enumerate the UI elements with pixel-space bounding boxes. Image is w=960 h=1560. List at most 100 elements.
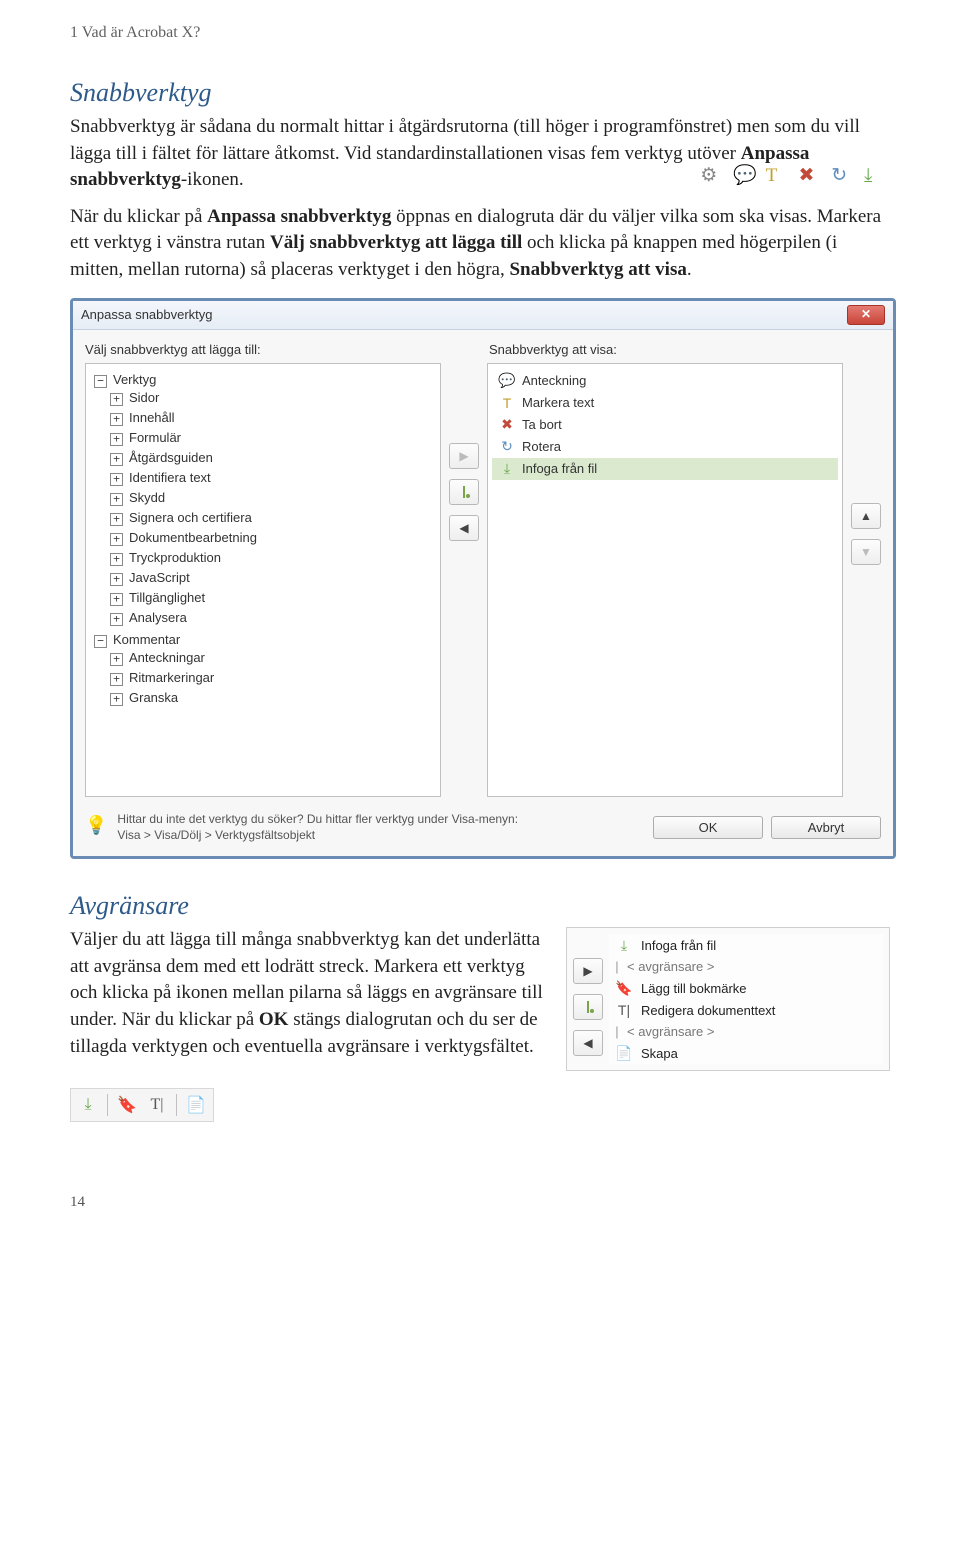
move-right-button[interactable]: ▶ <box>573 958 603 984</box>
tool-tree[interactable]: −Verktyg +Sidor +Innehåll +Formulär +Åtg… <box>85 363 441 797</box>
expand-icon[interactable]: + <box>110 673 123 686</box>
toolbar-icon-row: ⚙ 💬 T ✖ ↻ ⤓ <box>698 161 890 188</box>
tree-label: Innehåll <box>129 410 175 425</box>
section1-paragraph2: När du klickar på Anpassa snabbverktyg ö… <box>70 204 890 284</box>
list-item-label: Ta bort <box>522 417 562 432</box>
ok-button[interactable]: OK <box>653 816 763 839</box>
mini-list[interactable]: ⤓ Infoga från fil | < avgränsare > 🔖 Läg… <box>609 934 883 1064</box>
move-left-button[interactable]: ◀ <box>573 1030 603 1056</box>
section1-paragraph1: Snabbverktyg är sådana du normalt hittar… <box>70 114 890 194</box>
move-down-button[interactable]: ▼ <box>851 539 881 565</box>
tree-node[interactable]: −Verktyg +Sidor + Innehåll +Formulär + Åtg… <box>94 370 436 630</box>
tree-node[interactable]: +Sidor <box>110 388 436 408</box>
list-item-label: Anteckning <box>522 373 586 388</box>
list-item[interactable]: T| Redigera dokumenttext <box>609 999 883 1021</box>
move-right-button[interactable]: ▶ <box>449 443 479 469</box>
tree-node[interactable]: +Ritmarkeringar <box>110 668 436 688</box>
selected-tools-list[interactable]: 💬 Anteckning T Markera text ✖ Ta bort ↻ … <box>487 363 843 797</box>
tree-node[interactable]: + Innehåll <box>110 408 436 428</box>
left-pane-label: Välj snabbverktyg att lägga till: <box>85 342 477 357</box>
tree-node[interactable]: + Åtgärdsguiden <box>110 448 436 468</box>
tree-label: Granska <box>129 690 178 705</box>
expand-icon[interactable]: + <box>110 553 123 566</box>
list-item-label: Infoga från fil <box>522 461 597 476</box>
list-item-label: < avgränsare > <box>627 959 714 974</box>
collapse-icon[interactable]: − <box>94 635 107 648</box>
tree-label: Signera och certifiera <box>129 510 252 525</box>
list-item[interactable]: ⤓ Infoga från fil <box>492 458 838 480</box>
tree-node[interactable]: +Formulär <box>110 428 436 448</box>
list-item[interactable]: 🔖 Lägg till bokmärke <box>609 977 883 999</box>
page-number: 14 <box>70 1194 890 1211</box>
expand-icon[interactable]: + <box>110 493 123 506</box>
bold-anpassa-snabbverktyg-2: Anpassa snabbverktyg <box>207 206 391 227</box>
expand-icon[interactable]: + <box>110 413 123 426</box>
insert-icon: ⤓ <box>77 1094 99 1116</box>
list-item-separator[interactable]: | < avgränsare > <box>609 956 883 977</box>
tree-node[interactable]: −Kommentar +Anteckningar +Ritmarkeringar… <box>94 630 436 710</box>
tree-node[interactable]: +JavaScript <box>110 568 436 588</box>
move-up-button[interactable]: ▲ <box>851 503 881 529</box>
tree-label: Identifiera text <box>129 470 211 485</box>
hint-text: 💡 Hittar du inte det verktyg du söker? D… <box>85 811 518 845</box>
hint-line1: Hittar du inte det verktyg du söker? Du … <box>117 812 518 826</box>
separator-icon <box>581 1000 595 1014</box>
list-item[interactable]: 📄 Skapa <box>609 1042 883 1064</box>
move-left-button[interactable]: ◀ <box>449 515 479 541</box>
rotate-icon: ↻ <box>498 439 516 455</box>
cancel-button[interactable]: Avbryt <box>771 816 881 839</box>
list-item-label: Lägg till bokmärke <box>641 981 747 996</box>
list-item[interactable]: 💬 Anteckning <box>492 370 838 392</box>
remove-icon: ✖ <box>498 417 516 433</box>
create-icon: 📄 <box>185 1094 207 1116</box>
bookmark-icon: 🔖 <box>116 1094 138 1116</box>
highlight-icon: T <box>498 395 516 411</box>
list-item-separator[interactable]: | < avgränsare > <box>609 1021 883 1042</box>
list-item-label: Infoga från fil <box>641 938 716 953</box>
expand-icon[interactable]: + <box>110 433 123 446</box>
tree-label: Analysera <box>129 610 187 625</box>
tree-node[interactable]: +Tillgänglighet <box>110 588 436 608</box>
add-separator-button[interactable] <box>573 994 603 1020</box>
list-item[interactable]: ✖ Ta bort <box>492 414 838 436</box>
list-item[interactable]: ⤓ Infoga från fil <box>609 934 883 956</box>
expand-icon[interactable]: + <box>110 473 123 486</box>
add-separator-button[interactable] <box>449 479 479 505</box>
separator-icon: | <box>615 1024 619 1039</box>
tree-node[interactable]: +Anteckningar <box>110 648 436 668</box>
text-run: -ikonen. <box>181 169 244 190</box>
tree-node[interactable]: +Dokumentbearbetning <box>110 528 436 548</box>
tree-node[interactable]: + Signera och certifiera <box>110 508 436 528</box>
gear-icon: ⚙ <box>700 163 724 187</box>
tree-node[interactable]: + Granska <box>110 688 436 708</box>
text-run: När du klickar på <box>70 206 207 227</box>
expand-icon[interactable]: + <box>110 613 123 626</box>
list-item[interactable]: ↻ Rotera <box>492 436 838 458</box>
close-button[interactable]: ✕ <box>847 305 885 325</box>
expand-icon[interactable]: + <box>110 393 123 406</box>
expand-icon[interactable]: + <box>110 693 123 706</box>
tree-node[interactable]: + Identifiera text <box>110 468 436 488</box>
expand-icon[interactable]: + <box>110 513 123 526</box>
tree-label: Verktyg <box>113 372 156 387</box>
insert-icon: ⤓ <box>615 937 633 953</box>
tree-node[interactable]: +Tryckproduktion <box>110 548 436 568</box>
rotate-icon: ↻ <box>831 163 855 187</box>
tree-label: Åtgärdsguiden <box>129 450 213 465</box>
lightbulb-icon: 💡 <box>85 811 107 838</box>
tree-node[interactable]: + Analysera <box>110 608 436 628</box>
insert-icon: ⤓ <box>864 163 888 187</box>
expand-icon[interactable]: + <box>110 593 123 606</box>
breadcrumb: 1 Vad är Acrobat X? <box>70 24 890 42</box>
tree-node[interactable]: +Skydd <box>110 488 436 508</box>
textedit-icon: T| <box>146 1094 168 1116</box>
expand-icon[interactable]: + <box>110 653 123 666</box>
remove-icon: ✖ <box>799 163 823 187</box>
expand-icon[interactable]: + <box>110 573 123 586</box>
bold-valj-snabbverktyg: Välj snabbverktyg att lägga till <box>270 232 522 253</box>
list-item-label: Redigera dokumenttext <box>641 1003 775 1018</box>
expand-icon[interactable]: + <box>110 533 123 546</box>
collapse-icon[interactable]: − <box>94 375 107 388</box>
expand-icon[interactable]: + <box>110 453 123 466</box>
list-item[interactable]: T Markera text <box>492 392 838 414</box>
